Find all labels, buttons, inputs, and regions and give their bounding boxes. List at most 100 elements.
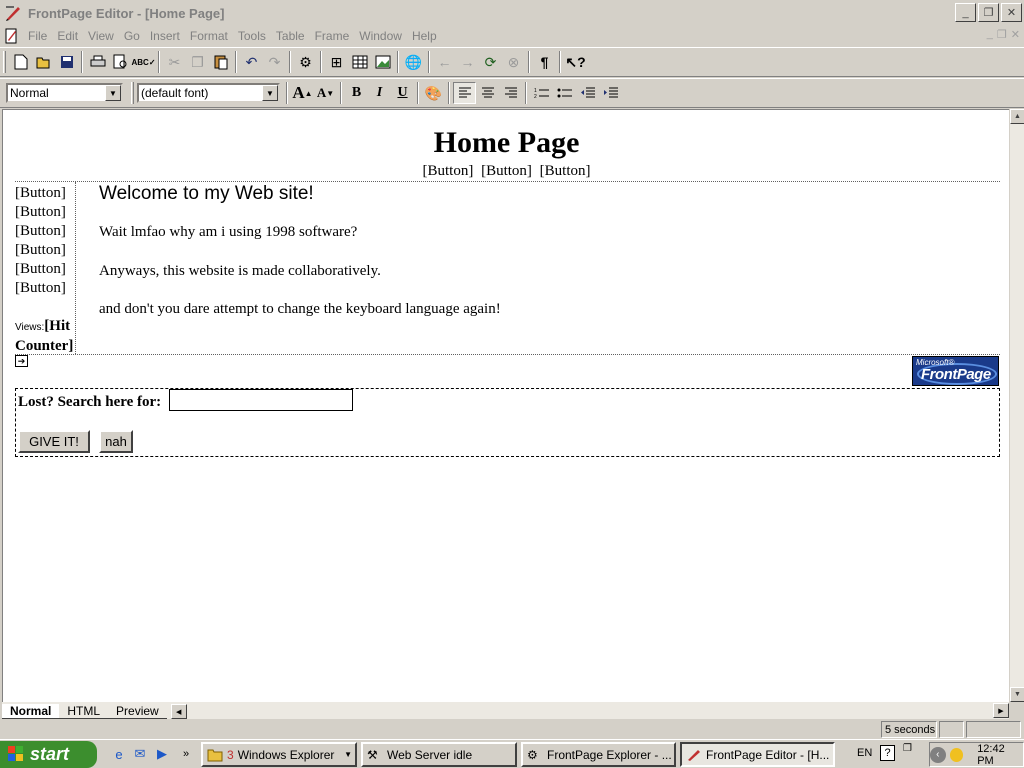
help-pointer-icon[interactable]: ↖? bbox=[564, 51, 587, 73]
start-button[interactable]: start bbox=[0, 741, 97, 768]
insert-form-field-icon[interactable]: ⊞ bbox=[325, 51, 348, 73]
stop-icon[interactable]: ⊗ bbox=[502, 51, 525, 73]
document-icon[interactable] bbox=[4, 28, 20, 44]
menu-view[interactable]: View bbox=[84, 29, 120, 43]
chevron-down-icon[interactable]: ▼ bbox=[105, 85, 121, 101]
toolbar-grip[interactable] bbox=[131, 82, 134, 104]
task-frontpage-editor[interactable]: FrontPage Editor - [H... bbox=[680, 742, 835, 767]
header-divider bbox=[15, 181, 1000, 182]
underline-button[interactable]: U bbox=[391, 82, 414, 104]
menu-insert[interactable]: Insert bbox=[146, 29, 186, 43]
menu-tools[interactable]: Tools bbox=[234, 29, 272, 43]
align-right-icon[interactable] bbox=[499, 82, 522, 104]
align-left-icon[interactable] bbox=[453, 82, 476, 104]
restore-windows-icon[interactable]: ❐ bbox=[903, 743, 912, 754]
search-input[interactable] bbox=[169, 389, 353, 411]
toolbar-grip[interactable] bbox=[3, 51, 6, 73]
web-bot-icon[interactable]: ⚙ bbox=[294, 51, 317, 73]
tray-app-icon[interactable] bbox=[949, 747, 964, 762]
include-component-icon[interactable]: ➔ bbox=[15, 355, 28, 367]
doc-restore-icon[interactable]: ❐ bbox=[997, 28, 1007, 41]
style-select[interactable]: Normal ▼ bbox=[6, 83, 123, 103]
print-preview-icon[interactable] bbox=[109, 51, 132, 73]
side-nav-button[interactable]: [Button] bbox=[15, 203, 66, 222]
windows-flag-icon bbox=[8, 746, 23, 761]
increase-indent-icon[interactable] bbox=[599, 82, 622, 104]
chevron-down-icon[interactable]: ▼ bbox=[262, 85, 278, 101]
chevron-right-icon[interactable]: » bbox=[177, 745, 195, 763]
menu-file[interactable]: File bbox=[24, 29, 53, 43]
show-paragraph-icon[interactable]: ¶ bbox=[533, 51, 556, 73]
cut-icon[interactable]: ✂ bbox=[163, 51, 186, 73]
side-nav-button[interactable]: [Button] bbox=[15, 184, 66, 203]
insert-image-icon[interactable] bbox=[371, 51, 394, 73]
paste-icon[interactable] bbox=[209, 51, 232, 73]
align-center-icon[interactable] bbox=[476, 82, 499, 104]
menu-window[interactable]: Window bbox=[355, 29, 408, 43]
help-icon[interactable]: ? bbox=[880, 745, 895, 761]
side-nav-button[interactable]: [Button] bbox=[15, 222, 66, 241]
media-player-icon[interactable]: ▶ bbox=[153, 745, 171, 763]
decrease-text-size-icon[interactable]: A ▼ bbox=[314, 82, 337, 104]
close-button[interactable]: ✕ bbox=[1001, 3, 1022, 22]
numbered-list-icon[interactable]: 12 bbox=[530, 82, 553, 104]
menu-go[interactable]: Go bbox=[120, 29, 146, 43]
give-it-button[interactable]: GIVE IT! bbox=[18, 430, 90, 453]
menu-table[interactable]: Table bbox=[272, 29, 311, 43]
scroll-left-icon[interactable]: ◀ bbox=[170, 704, 187, 719]
menu-frame[interactable]: Frame bbox=[311, 29, 356, 43]
menu-format[interactable]: Format bbox=[186, 29, 234, 43]
nav-button[interactable]: [Button] bbox=[422, 163, 473, 179]
increase-text-size-icon[interactable]: A ▲ bbox=[291, 82, 314, 104]
outlook-express-icon[interactable]: ✉ bbox=[131, 745, 149, 763]
task-windows-explorer[interactable]: 3 Windows Explorer ▼ bbox=[201, 742, 357, 767]
restore-button[interactable]: ❐ bbox=[978, 3, 999, 22]
minimize-button[interactable]: _ bbox=[955, 3, 976, 22]
task-label: FrontPage Explorer - ... bbox=[547, 747, 672, 762]
font-select[interactable]: (default font) ▼ bbox=[137, 83, 280, 103]
internet-explorer-icon[interactable]: e bbox=[110, 745, 128, 763]
italic-button[interactable]: I bbox=[368, 82, 391, 104]
open-folder-icon[interactable] bbox=[32, 51, 55, 73]
side-nav-button[interactable]: [Button] bbox=[15, 260, 66, 279]
doc-minimize-icon[interactable]: _ bbox=[987, 28, 993, 41]
scroll-up-icon[interactable]: ▲ bbox=[1010, 109, 1024, 124]
undo-icon[interactable]: ↶ bbox=[240, 51, 263, 73]
bold-button[interactable]: B bbox=[345, 82, 368, 104]
refresh-icon[interactable]: ⟳ bbox=[479, 51, 502, 73]
text-color-icon[interactable]: 🎨 bbox=[422, 82, 445, 104]
print-icon[interactable] bbox=[86, 51, 109, 73]
redo-icon[interactable]: ↷ bbox=[263, 51, 286, 73]
nav-button[interactable]: [Button] bbox=[540, 163, 591, 179]
language-indicator[interactable]: EN bbox=[857, 747, 872, 759]
tab-normal[interactable]: Normal bbox=[2, 704, 60, 719]
menu-edit[interactable]: Edit bbox=[53, 29, 84, 43]
task-web-server[interactable]: ⚒ Web Server idle bbox=[361, 742, 517, 767]
insert-table-icon[interactable] bbox=[348, 51, 371, 73]
back-icon[interactable]: ← bbox=[433, 51, 456, 73]
chevron-left-icon[interactable]: ‹ bbox=[930, 746, 946, 763]
hyperlink-icon[interactable]: 🌐 bbox=[402, 51, 425, 73]
new-page-icon[interactable] bbox=[9, 51, 32, 73]
clock[interactable]: 12:42 PM bbox=[977, 743, 1023, 767]
tab-html[interactable]: HTML bbox=[59, 704, 109, 719]
forward-icon[interactable]: → bbox=[456, 51, 479, 73]
tab-preview[interactable]: Preview bbox=[108, 704, 167, 719]
vertical-scrollbar[interactable]: ▲ ▼ bbox=[1009, 109, 1024, 702]
editor-canvas[interactable]: Home Page [Button] [Button] [Button] [Bu… bbox=[2, 109, 1009, 702]
bulleted-list-icon[interactable] bbox=[553, 82, 576, 104]
decrease-indent-icon[interactable] bbox=[576, 82, 599, 104]
nav-button[interactable]: [Button] bbox=[481, 163, 532, 179]
menu-help[interactable]: Help bbox=[408, 29, 443, 43]
scroll-down-icon[interactable]: ▼ bbox=[1010, 687, 1024, 702]
side-nav-button[interactable]: [Button] bbox=[15, 279, 66, 298]
save-icon[interactable] bbox=[55, 51, 78, 73]
task-frontpage-explorer[interactable]: ⚙ FrontPage Explorer - ... bbox=[521, 742, 676, 767]
frontpage-app-icon[interactable] bbox=[4, 4, 22, 22]
side-nav-button[interactable]: [Button] bbox=[15, 241, 66, 260]
nah-button[interactable]: nah bbox=[99, 430, 133, 453]
scroll-right-icon[interactable]: ▶ bbox=[993, 703, 1009, 718]
doc-close-icon[interactable]: ✕ bbox=[1011, 28, 1020, 41]
spelling-icon[interactable]: ABC✓ bbox=[131, 51, 155, 73]
copy-icon[interactable]: ❐ bbox=[186, 51, 209, 73]
